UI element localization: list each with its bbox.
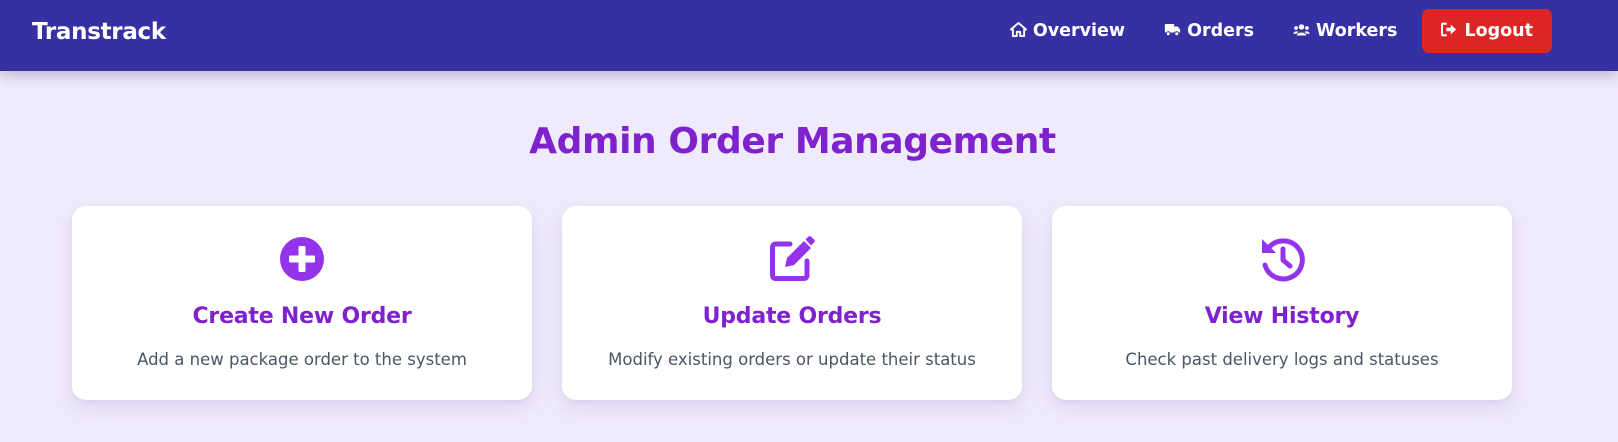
top-navbar: Transtrack Overview Orders Workers Logou… <box>0 0 1618 71</box>
plus-circle-icon <box>279 236 325 282</box>
edit-icon <box>769 236 815 282</box>
logout-button[interactable]: Logout <box>1422 9 1552 53</box>
brand-logo[interactable]: Transtrack <box>32 19 166 45</box>
card-description: Add a new package order to the system <box>137 350 467 369</box>
update-orders-card[interactable]: Update Orders Modify existing orders or … <box>562 206 1022 400</box>
nav-overview-label: Overview <box>1032 21 1126 41</box>
card-description: Check past delivery logs and statuses <box>1125 350 1439 369</box>
sign-out-icon <box>1441 22 1457 37</box>
logout-label: Logout <box>1464 21 1533 41</box>
create-order-card[interactable]: Create New Order Add a new package order… <box>72 206 532 400</box>
nav-links: Overview Orders Workers Logout <box>1009 9 1552 53</box>
card-title: Update Orders <box>702 304 882 329</box>
view-history-card[interactable]: View History Check past delivery logs an… <box>1052 206 1512 400</box>
history-icon <box>1259 236 1305 282</box>
card-title: Create New Order <box>192 304 412 329</box>
card-description: Modify existing orders or update their s… <box>608 350 976 369</box>
users-icon <box>1293 22 1310 37</box>
nav-orders-label: Orders <box>1187 21 1255 41</box>
nav-overview-link[interactable]: Overview <box>1009 21 1126 41</box>
truck-icon <box>1164 22 1181 37</box>
page-title: Admin Order Management <box>529 121 1056 162</box>
home-icon <box>1009 21 1027 37</box>
card-title: View History <box>1204 304 1360 329</box>
nav-workers-link[interactable]: Workers <box>1293 21 1397 41</box>
nav-workers-label: Workers <box>1316 21 1398 41</box>
nav-orders-link[interactable]: Orders <box>1164 21 1254 41</box>
